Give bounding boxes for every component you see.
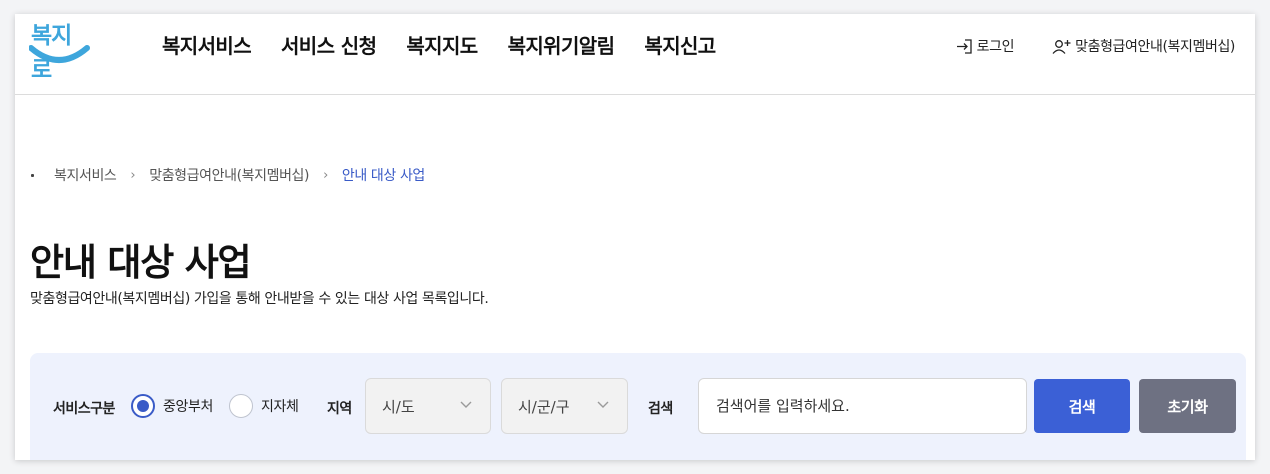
search-panel: 서비스구분 중앙부처 지자체 지역 시/도 시/군/구 검색 검색 초기화 — [30, 353, 1246, 460]
keyword-label: 검색 — [648, 401, 673, 417]
radio-label-local: 지자체 — [261, 399, 299, 415]
logo[interactable]: 복지로 — [29, 14, 91, 83]
page-description: 맞춤형급여안내(복지멤버십) 가입을 통해 안내받을 수 있는 대상 사업 목록… — [30, 291, 489, 307]
login-link[interactable]: 로그인 — [956, 36, 1015, 56]
login-label: 로그인 — [976, 39, 1015, 55]
radio-checked-icon — [131, 394, 155, 418]
service-type-label: 서비스구분 — [53, 401, 115, 417]
sigungu-select[interactable]: 시/군/구 — [501, 378, 628, 434]
page-frame: 복지로 복지서비스 서비스 신청 복지지도 복지위기알림 복지신고 로그인 맞춤… — [15, 14, 1255, 460]
radio-label-central: 중앙부처 — [163, 399, 213, 415]
add-user-icon — [1052, 39, 1071, 54]
radio-central-ministry[interactable]: 중앙부처 — [131, 394, 213, 418]
nav-item-welfare-map[interactable]: 복지지도 — [406, 30, 478, 59]
nav-item-welfare-services[interactable]: 복지서비스 — [162, 30, 252, 59]
sido-select[interactable]: 시/도 — [365, 378, 491, 434]
region-label: 지역 — [327, 401, 352, 417]
header: 복지로 복지서비스 서비스 신청 복지지도 복지위기알림 복지신고 로그인 맞춤… — [15, 14, 1255, 95]
nav-item-service-application[interactable]: 서비스 신청 — [281, 30, 377, 59]
reset-button[interactable]: 초기화 — [1139, 379, 1236, 433]
breadcrumb-current: 안내 대상 사업 — [341, 168, 425, 184]
sido-value: 시/도 — [382, 397, 415, 416]
utility-nav: 로그인 맞춤형급여안내(복지멤버십) — [918, 36, 1235, 56]
radio-local-government[interactable]: 지자체 — [229, 394, 299, 418]
nav-item-welfare-report[interactable]: 복지신고 — [644, 30, 716, 59]
breadcrumb-item-membership[interactable]: 맞춤형급여안내(복지멤버십) — [149, 165, 309, 185]
chevron-right-icon: › — [323, 167, 328, 183]
radio-unchecked-icon — [229, 394, 253, 418]
main-nav: 복지서비스 서비스 신청 복지지도 복지위기알림 복지신고 — [162, 30, 746, 59]
chevron-right-icon: › — [130, 167, 136, 183]
nav-item-crisis-alert[interactable]: 복지위기알림 — [508, 30, 615, 59]
membership-link[interactable]: 맞춤형급여안내(복지멤버십) — [1052, 36, 1235, 56]
breadcrumb: 복지서비스 › 맞춤형급여안내(복지멤버십) › 안내 대상 사업 — [31, 165, 425, 185]
membership-label: 맞춤형급여안내(복지멤버십) — [1075, 39, 1235, 55]
chevron-down-icon — [460, 401, 472, 408]
login-icon — [956, 38, 972, 54]
sigungu-value: 시/군/구 — [518, 397, 570, 416]
search-button[interactable]: 검색 — [1034, 379, 1130, 433]
page-title: 안내 대상 사업 — [30, 241, 252, 284]
search-input[interactable] — [698, 378, 1027, 434]
chevron-down-icon — [597, 401, 609, 408]
breadcrumb-item-welfare-services[interactable]: 복지서비스 — [54, 165, 117, 185]
breadcrumb-home-dot — [31, 173, 34, 177]
logo-smile-icon — [29, 45, 90, 63]
